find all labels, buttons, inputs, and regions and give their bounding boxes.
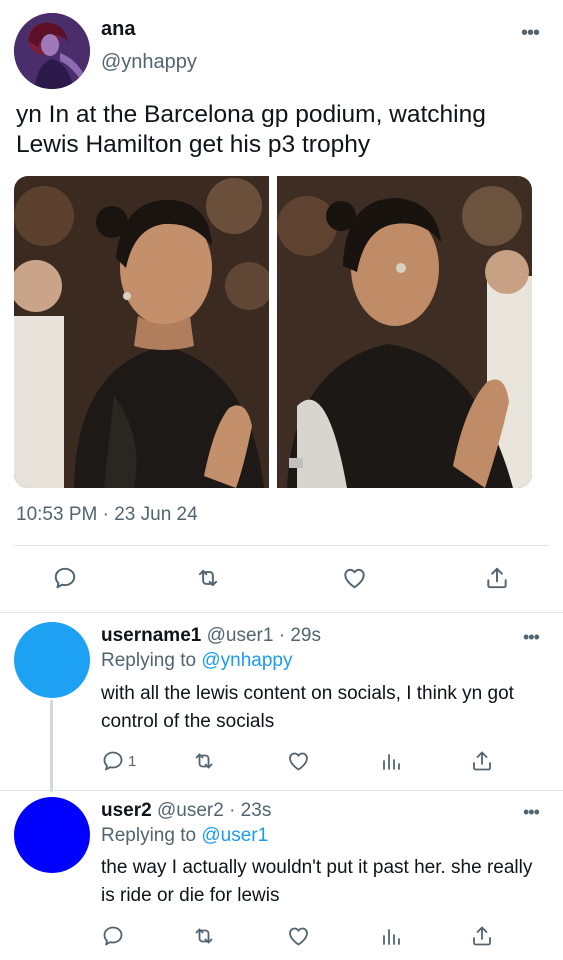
reply-icon[interactable]	[47, 560, 83, 596]
retweet-icon[interactable]	[191, 921, 217, 951]
main-tweet: ana @ynhappy ••• yn In at the Barcelona …	[0, 0, 563, 612]
reply-count: 1	[128, 752, 137, 770]
reply-header: username1 @user1 · 29s	[101, 625, 321, 647]
reply-text: the way I actually wouldn't put it past …	[101, 857, 533, 906]
replying-mention[interactable]: @user1	[201, 825, 268, 846]
reply-actions	[0, 921, 563, 951]
more-options-icon[interactable]: •••	[523, 627, 540, 648]
more-options-icon[interactable]: •••	[521, 22, 540, 45]
reply-button[interactable]: 1	[101, 746, 136, 776]
tweet-text: yn In at the Barcelona gp podium, watchi…	[16, 101, 486, 158]
like-icon[interactable]	[286, 921, 311, 951]
reply-text: with all the lewis content on socials, I…	[101, 683, 514, 732]
reply-tweet[interactable]: username1 @user1 · 29s ••• Replying to @…	[0, 613, 563, 791]
reply-icon[interactable]	[101, 921, 125, 951]
replying-to: Replying to @user1	[101, 825, 268, 847]
analytics-icon[interactable]	[379, 746, 403, 776]
tweet-photo-2[interactable]	[277, 176, 532, 488]
like-icon[interactable]	[286, 746, 311, 776]
replying-to: Replying to @ynhappy	[101, 650, 292, 672]
handle-and-time[interactable]: @user1 · 29s	[207, 625, 321, 646]
more-options-icon[interactable]: •••	[523, 802, 540, 823]
tweet-actions	[0, 560, 563, 596]
analytics-icon[interactable]	[379, 921, 403, 951]
display-name[interactable]: username1	[101, 625, 201, 646]
replying-label: Replying to	[101, 650, 202, 671]
reply-header: user2 @user2 · 23s	[101, 800, 271, 822]
share-icon[interactable]	[470, 746, 494, 776]
share-icon[interactable]	[479, 560, 515, 596]
display-name[interactable]: user2	[101, 800, 152, 821]
reply-tweet[interactable]: user2 @user2 · 23s ••• Replying to @user…	[0, 791, 563, 960]
like-icon[interactable]	[336, 560, 372, 596]
replying-label: Replying to	[101, 825, 202, 846]
divider	[14, 545, 549, 546]
tweet-photo-1[interactable]	[14, 176, 269, 488]
replying-mention[interactable]: @ynhappy	[201, 650, 292, 671]
avatar[interactable]	[14, 797, 90, 873]
avatar[interactable]	[14, 13, 90, 89]
retweet-icon[interactable]	[190, 560, 226, 596]
reply-actions: 1	[0, 746, 563, 776]
display-name[interactable]: ana	[101, 18, 135, 41]
tweet-timestamp[interactable]: 10:53 PM · 23 Jun 24	[16, 504, 198, 526]
reply-icon	[103, 751, 123, 771]
share-icon[interactable]	[470, 921, 494, 951]
handle-and-time[interactable]: @user2 · 23s	[157, 800, 271, 821]
avatar[interactable]	[14, 622, 90, 698]
retweet-icon[interactable]	[191, 746, 217, 776]
handle[interactable]: @ynhappy	[101, 51, 197, 74]
tweet-media	[14, 176, 532, 488]
